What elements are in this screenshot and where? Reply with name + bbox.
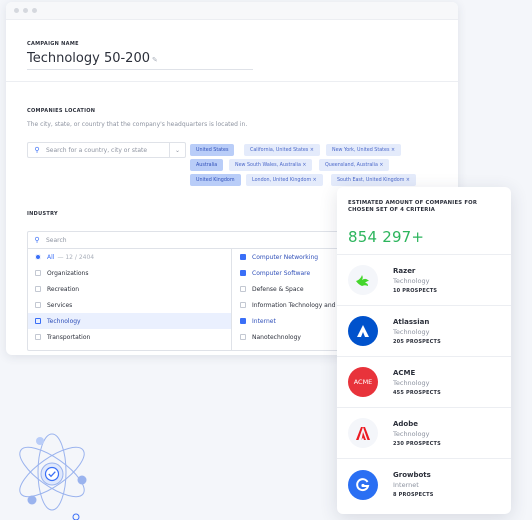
- company-row[interactable]: ACME ACME Technology 455 PROSPECTS: [337, 357, 511, 408]
- company-row[interactable]: Growbots Internet 8 PROSPECTS: [337, 459, 511, 510]
- industry-category-label: Transportation: [47, 333, 91, 341]
- pencil-icon: ✎: [152, 56, 158, 64]
- company-list: Razer Technology 10 PROSPECTS Atlassian Tech…: [337, 255, 511, 510]
- company-prospects: 10 PROSPECTS: [393, 287, 438, 294]
- company-row[interactable]: Adobe Technology 230 PROSPECTS: [337, 408, 511, 459]
- company-industry: Technology: [393, 327, 430, 336]
- estimate-value: 854 297+: [348, 228, 425, 246]
- industry-subcategory-label: Semiconductors: [252, 350, 300, 351]
- campaign-name-input[interactable]: Technology 50-200 ✎: [27, 51, 253, 70]
- logo-text: ACME: [353, 378, 373, 386]
- window-dot-icon: [32, 8, 37, 13]
- estimate-card: ESTIMATED AMOUNT OF COMPANIES FOR CHOSEN…: [337, 187, 511, 514]
- company-info: Adobe Technology 230 PROSPECTS: [393, 420, 441, 447]
- razer-logo-icon: [348, 265, 378, 295]
- company-prospects: 230 PROSPECTS: [393, 440, 441, 447]
- campaign-name-label: CAMPAIGN NAME: [27, 41, 79, 47]
- industry-subcategory-label: Internet: [252, 317, 276, 325]
- checkbox-icon: [240, 318, 246, 324]
- checkbox-icon: [240, 302, 246, 308]
- country-search-input[interactable]: ⚲ Search for a country, city or state ⌄: [27, 142, 186, 158]
- industry-category-label: Services: [47, 301, 73, 309]
- company-industry: Technology: [393, 429, 430, 438]
- checkbox-icon: [240, 350, 246, 351]
- industry-category-item[interactable]: Transportation: [28, 329, 231, 345]
- window-dot-icon: [14, 8, 19, 13]
- checkbox-icon: [35, 286, 41, 292]
- company-name: Razer: [393, 266, 416, 275]
- location-tag[interactable]: London, United Kingdom ×: [246, 174, 323, 186]
- estimate-title: ESTIMATED AMOUNT OF COMPANIES FOR CHOSEN…: [348, 200, 478, 213]
- industry-subcategory-label: Nanotechnology: [252, 333, 301, 341]
- atom-illustration: [19, 433, 87, 520]
- growbots-logo-icon: [348, 469, 378, 500]
- campaign-name-section: CAMPAIGN NAME Technology 50-200 ✎: [6, 20, 458, 82]
- country-search-placeholder: Search for a country, city or state: [46, 146, 148, 154]
- search-icon: ⚲: [34, 236, 40, 244]
- company-name: Growbots: [393, 471, 431, 479]
- company-prospects: 8 PROSPECTS: [393, 492, 434, 498]
- window-titlebar: [6, 2, 458, 20]
- chevron-down-icon[interactable]: ⌄: [169, 143, 185, 157]
- company-info: Razer Technology 10 PROSPECTS: [393, 267, 437, 294]
- industry-category-label: Technology: [47, 317, 81, 325]
- checkbox-icon: [240, 270, 246, 276]
- location-tag[interactable]: South East, United Kingdom ×: [331, 174, 416, 186]
- search-icon: ⚲: [34, 146, 40, 154]
- checkbox-icon: [240, 286, 246, 292]
- company-name: Adobe: [393, 419, 418, 428]
- industry-category-label: Organizations: [47, 269, 89, 277]
- industry-subcategory-label: Computer Networking: [252, 253, 319, 261]
- adobe-logo-icon: [348, 418, 378, 448]
- industry-label: INDUSTRY: [27, 211, 58, 217]
- industry-category-item[interactable]: Organizations: [28, 265, 231, 281]
- location-tag[interactable]: New South Wales, Australia ×: [229, 159, 313, 171]
- industry-category-list: All — 12 / 2404 Organizations Recreation S…: [28, 249, 232, 350]
- company-name: ACME: [393, 368, 416, 377]
- acme-logo-icon: ACME: [348, 367, 378, 397]
- industry-category-label: Recreation: [47, 285, 80, 293]
- companies-location-section: COMPANIES LOCATION The city, state, or c…: [6, 82, 458, 202]
- campaign-name-value: Technology 50-200: [27, 51, 150, 66]
- company-prospects: 205 PROSPECTS: [393, 338, 441, 345]
- estimate-header: ESTIMATED AMOUNT OF COMPANIES FOR CHOSEN…: [337, 187, 511, 255]
- checkbox-icon: [240, 334, 246, 340]
- location-tag[interactable]: United Kingdom: [190, 174, 241, 186]
- industry-search-placeholder: Search: [46, 236, 67, 244]
- industry-category-item[interactable]: Recreation: [28, 281, 231, 297]
- company-row[interactable]: Razer Technology 10 PROSPECTS: [337, 255, 511, 306]
- company-info: Atlassian Technology 205 PROSPECTS: [393, 318, 441, 345]
- list-icon: [35, 318, 41, 324]
- industry-category-item[interactable]: Technology: [28, 313, 231, 329]
- industry-all-count: — 12 / 2404: [57, 253, 95, 261]
- checkbox-icon: [35, 270, 41, 276]
- location-tag[interactable]: California, United States ×: [244, 144, 320, 156]
- location-tag[interactable]: New York, United States ×: [326, 144, 402, 156]
- company-industry: Technology: [393, 378, 430, 387]
- checkbox-icon: [35, 334, 41, 340]
- industry-subcategory-label: Computer Software: [252, 269, 311, 277]
- window-dot-icon: [23, 8, 28, 13]
- company-name: Atlassian: [393, 317, 430, 326]
- checkbox-icon: [35, 302, 41, 308]
- company-industry: Technology: [393, 276, 430, 285]
- location-tag[interactable]: United States: [190, 144, 235, 156]
- company-info: Growbots Internet 8 PROSPECTS: [393, 471, 434, 498]
- industry-category-item[interactable]: Services: [28, 297, 231, 313]
- atlassian-logo-icon: [348, 316, 378, 346]
- company-row[interactable]: Atlassian Technology 205 PROSPECTS: [337, 306, 511, 357]
- location-tag[interactable]: Queensland, Australia ×: [319, 159, 390, 171]
- location-tag[interactable]: Australia: [190, 159, 224, 171]
- company-industry: Internet: [393, 481, 419, 489]
- company-prospects: 455 PROSPECTS: [393, 389, 441, 396]
- industry-subcategory-label: Defense & Space: [252, 285, 304, 293]
- checkbox-icon: [240, 254, 246, 260]
- companies-location-help: The city, state, or country that the com…: [27, 121, 248, 128]
- company-info: ACME Technology 455 PROSPECTS: [393, 369, 441, 396]
- companies-location-label: COMPANIES LOCATION: [27, 108, 96, 114]
- industry-all-label: All: [47, 253, 55, 261]
- radio-selected-icon: [35, 254, 41, 260]
- industry-all-option[interactable]: All — 12 / 2404: [28, 249, 231, 265]
